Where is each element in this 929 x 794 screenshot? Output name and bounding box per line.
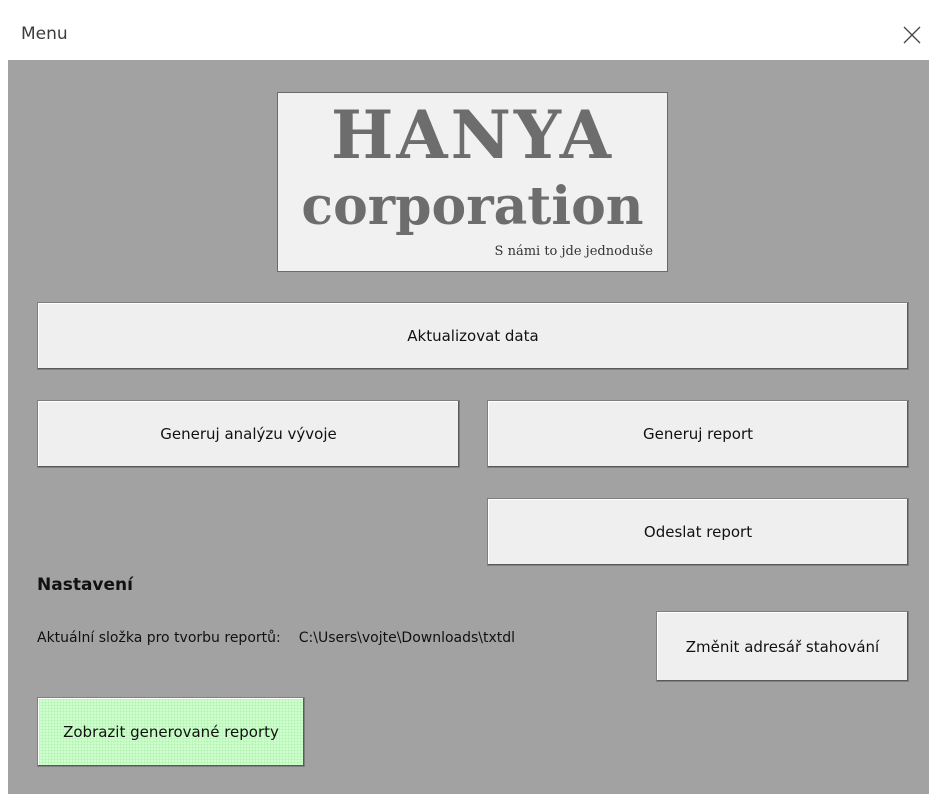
generate-report-button[interactable]: Generuj report <box>487 400 909 468</box>
close-icon[interactable] <box>895 18 929 52</box>
folder-path: C:\Users\vojte\Downloads\txtdl <box>298 630 516 646</box>
folder-info: Aktuální složka pro tvorbu reportů: C:\Us… <box>37 630 515 646</box>
company-logo: HANYA corporation S námi to jde jednoduš… <box>277 92 668 272</box>
settings-heading: Nastavení <box>37 575 133 595</box>
logo-line-1: HANYA <box>331 96 614 174</box>
logo-line-2: corporation <box>301 176 644 237</box>
show-reports-button[interactable]: Zobrazit generované reporty <box>37 697 305 767</box>
window-title: Menu <box>21 24 68 44</box>
update-data-button[interactable]: Aktualizovat data <box>37 302 909 370</box>
logo-tagline: S námi to jde jednoduše <box>494 244 653 259</box>
folder-label: Aktuální složka pro tvorbu reportů: <box>37 630 281 646</box>
change-directory-button[interactable]: Změnit adresář stahování <box>656 611 909 682</box>
window-titlebar: Menu <box>8 10 929 60</box>
generate-analysis-button[interactable]: Generuj analýzu vývoje <box>37 400 460 468</box>
send-report-button[interactable]: Odeslat report <box>487 498 909 566</box>
